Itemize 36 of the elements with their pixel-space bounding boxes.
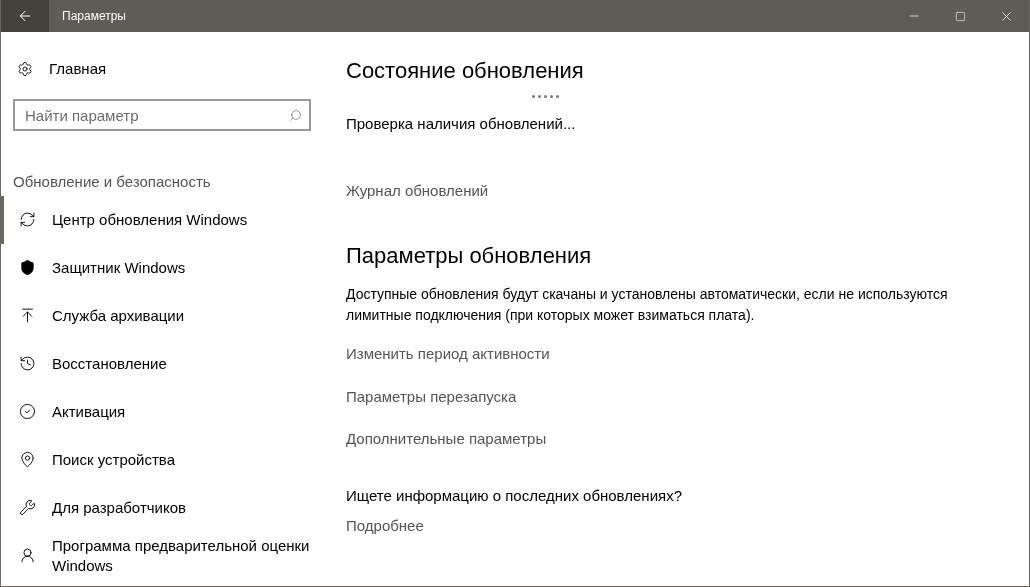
map-pin-icon — [19, 451, 36, 468]
section-title: Параметры обновления — [346, 242, 593, 270]
nav-item[interactable]: Восстановление — [1, 339, 323, 388]
check-circle-icon — [19, 403, 36, 420]
nav-item[interactable]: Защитник Windows — [1, 243, 323, 292]
info-question: Ищете информацию о последних обновлениях? — [346, 485, 683, 506]
nav-item[interactable]: Служба архивации — [1, 291, 323, 340]
section-title: Состояние обновления — [346, 57, 585, 85]
nav-item[interactable]: Активация — [1, 387, 323, 436]
history-icon — [19, 355, 36, 372]
shield-icon — [19, 259, 36, 276]
back-button[interactable] — [1, 0, 49, 32]
update-history-link[interactable]: Журнал обновлений — [346, 179, 489, 202]
sync-icon — [19, 211, 36, 228]
nav-item[interactable]: Для разработчиков — [1, 483, 323, 532]
settings-link[interactable]: Параметры перезапуска — [346, 385, 517, 408]
settings-link[interactable]: Дополнительные параметры — [346, 428, 547, 451]
settings-icon — [17, 61, 33, 77]
status-text: Проверка наличия обновлений... — [346, 114, 577, 134]
section-heading: Обновление и безопасность — [13, 172, 212, 192]
maximize-icon — [954, 10, 966, 22]
search-field[interactable]: Найти параметр — [13, 99, 311, 131]
learn-more-link[interactable]: Подробнее — [346, 515, 424, 538]
upload-arrow-icon — [19, 307, 36, 324]
progress-dots-icon — [532, 95, 559, 98]
nav-item[interactable]: Программа предварительной оценки Windows — [1, 531, 323, 580]
home-link[interactable]: Главная — [1, 57, 323, 81]
back-icon — [17, 8, 33, 24]
search-icon — [289, 109, 302, 122]
wrench-icon — [19, 499, 36, 516]
settings-link[interactable]: Изменить период активности — [346, 343, 550, 366]
nav-item[interactable]: Поиск устройства — [1, 435, 323, 484]
nav-item[interactable]: Центр обновления Windows — [1, 195, 323, 244]
description-text: Доступные обновления будут скачаны и установлены автоматически, если не используются лимитные подключения (при которых может взиматься плата). — [346, 285, 949, 325]
user-icon — [19, 547, 36, 564]
window-title: Параметры — [62, 8, 126, 25]
